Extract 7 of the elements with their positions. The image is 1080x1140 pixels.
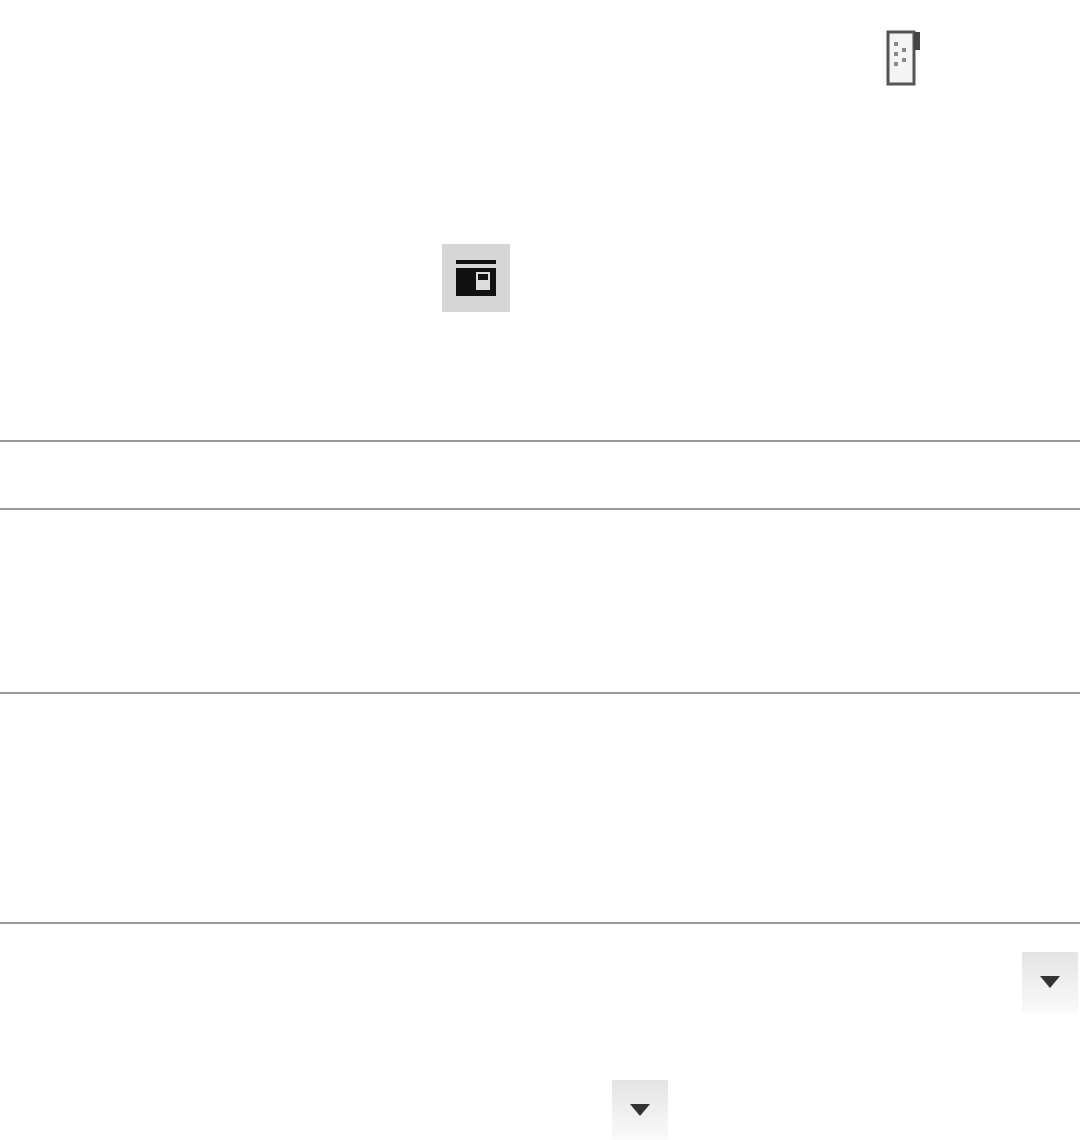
- document-icon: [886, 30, 922, 86]
- caret-down-icon: [630, 1104, 650, 1116]
- dropdown-button[interactable]: [1022, 952, 1078, 1012]
- dropdown-button[interactable]: [612, 1080, 668, 1140]
- layout-icon: [456, 260, 496, 296]
- caret-down-icon: [1040, 976, 1060, 988]
- toolbar-button[interactable]: [442, 244, 510, 312]
